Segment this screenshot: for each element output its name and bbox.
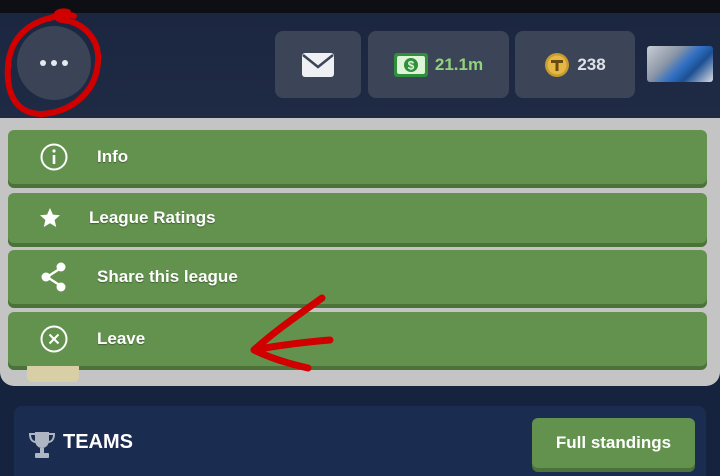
mail-icon [302, 52, 334, 77]
coin-value: 238 [577, 54, 606, 74]
trophy-icon [29, 432, 55, 458]
background-card-peek [27, 366, 79, 382]
menu-item-leave[interactable]: Leave [8, 312, 707, 366]
avatar-car-icon[interactable] [647, 46, 713, 82]
full-standings-button[interactable]: Full standings [532, 418, 695, 468]
svg-text:$: $ [408, 58, 415, 72]
menu-item-label: Info [97, 147, 129, 166]
cash-icon: $ [393, 52, 428, 77]
menu-item-label: League Ratings [89, 208, 216, 227]
cash-value: 21.1m [434, 54, 484, 74]
menu-item-league-ratings[interactable]: League Ratings [8, 193, 707, 243]
info-icon [39, 142, 69, 172]
coin-icon [545, 52, 570, 77]
mail-button[interactable] [275, 31, 361, 98]
cash-balance-button[interactable]: $ 21.1m [368, 31, 509, 98]
menu-item-label: Share this league [97, 267, 238, 286]
menu-item-label: Leave [97, 329, 146, 348]
teams-title: TEAMS [63, 431, 133, 453]
close-circle-icon [39, 324, 69, 354]
coin-balance-button[interactable]: 238 [515, 31, 635, 98]
share-icon [39, 261, 69, 293]
menu-item-info[interactable]: Info [8, 130, 707, 184]
star-icon [38, 206, 62, 230]
more-dots-icon [40, 60, 68, 66]
menu-item-share-league[interactable]: Share this league [8, 250, 707, 304]
top-strip [0, 0, 720, 13]
more-menu-button[interactable] [17, 26, 91, 100]
